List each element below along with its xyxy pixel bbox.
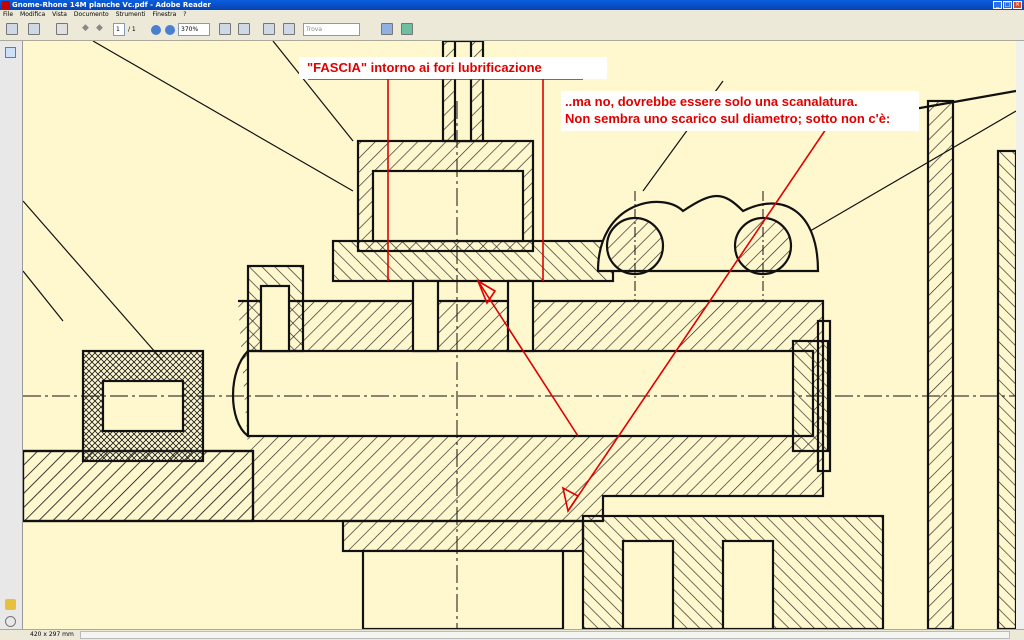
- menu-file[interactable]: File: [3, 10, 13, 20]
- hand-tool-icon[interactable]: [56, 23, 68, 35]
- fascia-annotation: "FASCIA" intorno ai fori lubrificazione: [299, 57, 607, 79]
- note-line-1: ..ma no, dovrebbe essere solo una scanal…: [565, 94, 858, 109]
- note-line-2: Non sembra uno scarico sul diametro; sot…: [565, 111, 891, 126]
- tools-icon[interactable]: [381, 23, 393, 35]
- minimize-button[interactable]: _: [993, 1, 1002, 9]
- fit-width-icon[interactable]: [238, 23, 250, 35]
- menu-finestra[interactable]: Finestra: [152, 10, 176, 20]
- maximize-button[interactable]: □: [1003, 1, 1012, 9]
- prev-page-icon[interactable]: ◆: [82, 23, 92, 36]
- toolbar: ◆ ◆ 1 / 1 370% Trova: [0, 20, 1024, 41]
- zoom-in-icon[interactable]: [165, 25, 175, 35]
- page-number-input[interactable]: 1: [113, 23, 125, 36]
- zoom-out-icon[interactable]: [151, 25, 161, 35]
- navigation-sidebar: [0, 41, 23, 629]
- bookmarks-icon[interactable]: [5, 47, 16, 58]
- attachments-icon[interactable]: [5, 616, 16, 627]
- menu-modifica[interactable]: Modifica: [20, 10, 45, 20]
- menu-help[interactable]: ?: [183, 10, 186, 20]
- comments-icon[interactable]: [5, 599, 16, 610]
- page-total: / 1: [128, 26, 136, 33]
- adobe-reader-icon: [2, 1, 10, 9]
- zoom-select[interactable]: 370%: [178, 23, 210, 36]
- menu-bar: File Modifica Vista Documento Strumenti …: [0, 10, 1024, 20]
- page-size: 420 x 297 mm: [30, 631, 74, 638]
- menu-strumenti[interactable]: Strumenti: [116, 10, 146, 20]
- window-title: Gnome-Rhone 14M planche Vc.pdf - Adobe R…: [12, 1, 211, 9]
- menu-vista[interactable]: Vista: [52, 10, 67, 20]
- vertical-scrollbar[interactable]: [1016, 41, 1024, 629]
- title-bar: Gnome-Rhone 14M planche Vc.pdf - Adobe R…: [0, 0, 1024, 10]
- close-button[interactable]: ×: [1013, 1, 1022, 9]
- menu-documento[interactable]: Documento: [74, 10, 109, 20]
- fit-page-icon[interactable]: [219, 23, 231, 35]
- email-icon[interactable]: [28, 23, 40, 35]
- note-annotation: ..ma no, dovrebbe essere solo una scanal…: [561, 91, 919, 131]
- share-icon[interactable]: [401, 23, 413, 35]
- print-icon[interactable]: [6, 23, 18, 35]
- horizontal-scrollbar[interactable]: [80, 631, 1010, 639]
- status-bar: 420 x 297 mm: [0, 629, 1024, 640]
- document-view[interactable]: "FASCIA" intorno ai fori lubrificazione …: [23, 41, 1016, 629]
- rotate-icon[interactable]: [263, 23, 275, 35]
- select-tool-icon[interactable]: [283, 23, 295, 35]
- search-input[interactable]: Trova: [303, 23, 360, 36]
- next-page-icon[interactable]: ◆: [96, 23, 106, 36]
